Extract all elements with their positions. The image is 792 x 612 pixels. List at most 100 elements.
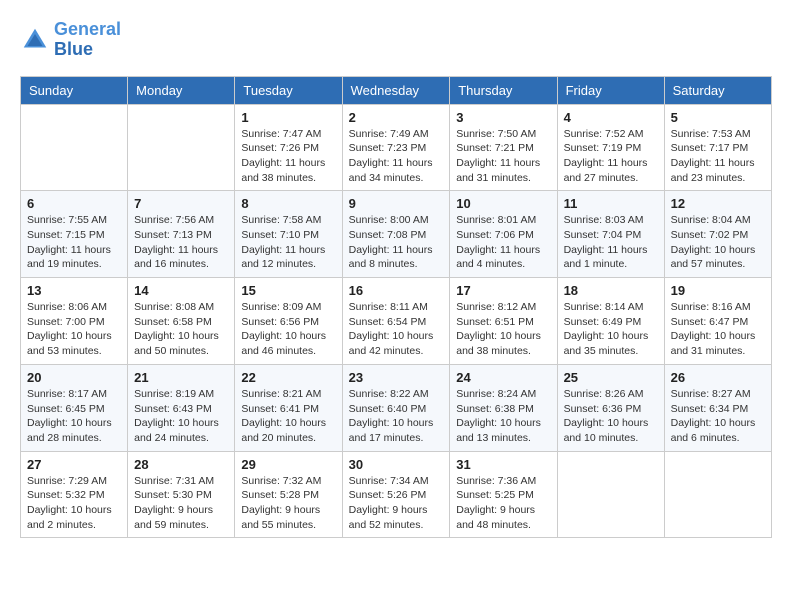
day-info: Sunrise: 7:58 AMSunset: 7:10 PMDaylight:…: [241, 213, 335, 272]
day-number: 18: [564, 283, 658, 298]
day-info: Sunrise: 8:26 AMSunset: 6:36 PMDaylight:…: [564, 387, 658, 446]
day-number: 4: [564, 110, 658, 125]
day-info: Sunrise: 8:19 AMSunset: 6:43 PMDaylight:…: [134, 387, 228, 446]
calendar-cell: 9 Sunrise: 8:00 AMSunset: 7:08 PMDaylight…: [342, 191, 450, 278]
day-info: Sunrise: 8:14 AMSunset: 6:49 PMDaylight:…: [564, 300, 658, 359]
calendar-cell: 19Sunrise: 8:16 AMSunset: 6:47 PMDayligh…: [664, 278, 771, 365]
day-info: Sunrise: 8:24 AMSunset: 6:38 PMDaylight:…: [456, 387, 550, 446]
day-info: Sunrise: 7:34 AMSunset: 5:26 PMDaylight:…: [349, 474, 444, 533]
day-number: 10: [456, 196, 550, 211]
calendar-cell: 18 Sunrise: 8:14 AMSunset: 6:49 PMDayligh…: [557, 278, 664, 365]
day-number: 13: [27, 283, 121, 298]
calendar-cell: 6 Sunrise: 7:55 AMSunset: 7:15 PMDaylight…: [21, 191, 128, 278]
col-header-friday: Friday: [557, 76, 664, 104]
calendar-cell: 7 Sunrise: 7:56 AMSunset: 7:13 PMDaylight…: [128, 191, 235, 278]
day-info: Sunrise: 7:32 AMSunset: 5:28 PMDaylight:…: [241, 474, 335, 533]
day-info: Sunrise: 8:17 AMSunset: 6:45 PMDaylight:…: [27, 387, 121, 446]
col-header-sunday: Sunday: [21, 76, 128, 104]
day-info: Sunrise: 8:09 AMSunset: 6:56 PMDaylight:…: [241, 300, 335, 359]
day-info: Sunrise: 8:11 AMSunset: 6:54 PMDaylight:…: [349, 300, 444, 359]
col-header-saturday: Saturday: [664, 76, 771, 104]
day-info: Sunrise: 8:06 AMSunset: 7:00 PMDaylight:…: [27, 300, 121, 359]
day-number: 22: [241, 370, 335, 385]
calendar-cell: 14 Sunrise: 8:08 AMSunset: 6:58 PMDayligh…: [128, 278, 235, 365]
day-number: 15: [241, 283, 335, 298]
logo-text: General Blue: [54, 20, 121, 60]
calendar-week-5: 27 Sunrise: 7:29 AMSunset: 5:32 PMDayligh…: [21, 451, 772, 538]
day-number: 31: [456, 457, 550, 472]
day-info: Sunrise: 8:22 AMSunset: 6:40 PMDaylight:…: [349, 387, 444, 446]
calendar-table: SundayMondayTuesdayWednesdayThursdayFrid…: [20, 76, 772, 539]
calendar-cell: 31 Sunrise: 7:36 AMSunset: 5:25 PMDayligh…: [450, 451, 557, 538]
calendar-cell: 2Sunrise: 7:49 AMSunset: 7:23 PMDaylight…: [342, 104, 450, 191]
header-row: SundayMondayTuesdayWednesdayThursdayFrid…: [21, 76, 772, 104]
day-number: 30: [349, 457, 444, 472]
logo-icon: [20, 25, 50, 55]
day-number: 11: [564, 196, 658, 211]
day-number: 17: [456, 283, 550, 298]
col-header-tuesday: Tuesday: [235, 76, 342, 104]
day-info: Sunrise: 7:29 AMSunset: 5:32 PMDaylight:…: [27, 474, 121, 533]
calendar-cell: 25 Sunrise: 8:26 AMSunset: 6:36 PMDayligh…: [557, 364, 664, 451]
day-info: Sunrise: 8:00 AMSunset: 7:08 PMDaylight:…: [349, 213, 444, 272]
day-number: 25: [564, 370, 658, 385]
calendar-cell: 26Sunrise: 8:27 AMSunset: 6:34 PMDayligh…: [664, 364, 771, 451]
day-number: 12: [671, 196, 765, 211]
day-info: Sunrise: 7:36 AMSunset: 5:25 PMDaylight:…: [456, 474, 550, 533]
calendar-cell: 27 Sunrise: 7:29 AMSunset: 5:32 PMDayligh…: [21, 451, 128, 538]
calendar-week-3: 13 Sunrise: 8:06 AMSunset: 7:00 PMDayligh…: [21, 278, 772, 365]
day-info: Sunrise: 7:53 AMSunset: 7:17 PMDaylight:…: [671, 127, 765, 186]
day-number: 27: [27, 457, 121, 472]
calendar-week-2: 6 Sunrise: 7:55 AMSunset: 7:15 PMDaylight…: [21, 191, 772, 278]
calendar-cell: 30 Sunrise: 7:34 AMSunset: 5:26 PMDayligh…: [342, 451, 450, 538]
calendar-cell: 3Sunrise: 7:50 AMSunset: 7:21 PMDaylight…: [450, 104, 557, 191]
day-number: 9: [349, 196, 444, 211]
day-info: Sunrise: 8:21 AMSunset: 6:41 PMDaylight:…: [241, 387, 335, 446]
day-number: 28: [134, 457, 228, 472]
day-info: Sunrise: 8:01 AMSunset: 7:06 PMDaylight:…: [456, 213, 550, 272]
day-number: 6: [27, 196, 121, 211]
calendar-cell: 5 Sunrise: 7:53 AMSunset: 7:17 PMDaylight…: [664, 104, 771, 191]
day-info: Sunrise: 8:16 AMSunset: 6:47 PMDaylight:…: [671, 300, 765, 359]
calendar-cell: 20 Sunrise: 8:17 AMSunset: 6:45 PMDayligh…: [21, 364, 128, 451]
day-number: 7: [134, 196, 228, 211]
day-number: 8: [241, 196, 335, 211]
day-number: 2: [349, 110, 444, 125]
calendar-cell: 28 Sunrise: 7:31 AMSunset: 5:30 PMDayligh…: [128, 451, 235, 538]
col-header-monday: Monday: [128, 76, 235, 104]
calendar-cell: 29 Sunrise: 7:32 AMSunset: 5:28 PMDayligh…: [235, 451, 342, 538]
day-number: 23: [349, 370, 444, 385]
calendar-cell: [128, 104, 235, 191]
day-info: Sunrise: 8:12 AMSunset: 6:51 PMDaylight:…: [456, 300, 550, 359]
day-info: Sunrise: 7:47 AMSunset: 7:26 PMDaylight:…: [241, 127, 335, 186]
day-info: Sunrise: 8:08 AMSunset: 6:58 PMDaylight:…: [134, 300, 228, 359]
calendar-cell: 12 Sunrise: 8:04 AMSunset: 7:02 PMDayligh…: [664, 191, 771, 278]
day-number: 1: [241, 110, 335, 125]
calendar-cell: 24Sunrise: 8:24 AMSunset: 6:38 PMDayligh…: [450, 364, 557, 451]
calendar-cell: 13 Sunrise: 8:06 AMSunset: 7:00 PMDayligh…: [21, 278, 128, 365]
day-info: Sunrise: 8:04 AMSunset: 7:02 PMDaylight:…: [671, 213, 765, 272]
day-number: 3: [456, 110, 550, 125]
day-number: 5: [671, 110, 765, 125]
day-info: Sunrise: 8:03 AMSunset: 7:04 PMDaylight:…: [564, 213, 658, 272]
calendar-cell: 10 Sunrise: 8:01 AMSunset: 7:06 PMDayligh…: [450, 191, 557, 278]
calendar-cell: 11 Sunrise: 8:03 AMSunset: 7:04 PMDayligh…: [557, 191, 664, 278]
header: General Blue: [20, 20, 772, 60]
calendar-cell: 21 Sunrise: 8:19 AMSunset: 6:43 PMDayligh…: [128, 364, 235, 451]
day-info: Sunrise: 7:56 AMSunset: 7:13 PMDaylight:…: [134, 213, 228, 272]
calendar-cell: 8 Sunrise: 7:58 AMSunset: 7:10 PMDaylight…: [235, 191, 342, 278]
day-number: 20: [27, 370, 121, 385]
day-info: Sunrise: 7:31 AMSunset: 5:30 PMDaylight:…: [134, 474, 228, 533]
calendar-cell: [21, 104, 128, 191]
day-number: 14: [134, 283, 228, 298]
calendar-cell: 23 Sunrise: 8:22 AMSunset: 6:40 PMDayligh…: [342, 364, 450, 451]
calendar-week-4: 20 Sunrise: 8:17 AMSunset: 6:45 PMDayligh…: [21, 364, 772, 451]
calendar-week-1: 1 Sunrise: 7:47 AMSunset: 7:26 PMDaylight…: [21, 104, 772, 191]
day-number: 21: [134, 370, 228, 385]
calendar-cell: 15 Sunrise: 8:09 AMSunset: 6:56 PMDayligh…: [235, 278, 342, 365]
day-info: Sunrise: 7:55 AMSunset: 7:15 PMDaylight:…: [27, 213, 121, 272]
calendar-cell: 17 Sunrise: 8:12 AMSunset: 6:51 PMDayligh…: [450, 278, 557, 365]
calendar-cell: 16Sunrise: 8:11 AMSunset: 6:54 PMDayligh…: [342, 278, 450, 365]
day-number: 29: [241, 457, 335, 472]
col-header-thursday: Thursday: [450, 76, 557, 104]
